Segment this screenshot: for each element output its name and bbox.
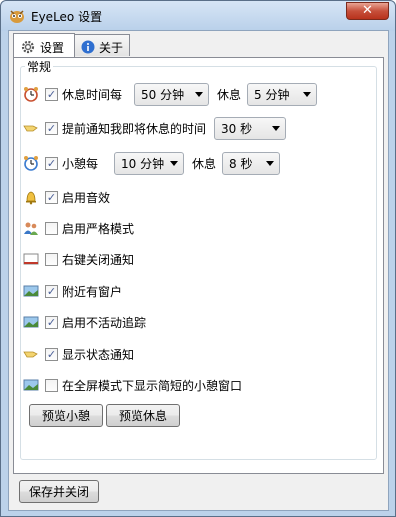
sound-label: 启用音效	[62, 190, 111, 205]
idle-row: ✓ 启用不活动追踪	[23, 310, 146, 334]
hand-icon	[23, 346, 39, 362]
tab-settings[interactable]: 设置	[13, 33, 75, 57]
break-row: ✓ 休息时间每 50 分钟 休息 5 分钟	[23, 82, 325, 106]
window-icon	[23, 251, 39, 267]
mini-break-interval-value: 10 分钟	[121, 156, 165, 171]
chevron-down-icon	[272, 125, 281, 131]
notify-select[interactable]: 30 秒	[214, 116, 287, 140]
preview-mini-break-button[interactable]: 预览小憩	[29, 404, 103, 427]
landscape-icon	[23, 377, 39, 393]
mini-break-duration-select[interactable]: 8 秒	[222, 151, 281, 175]
general-group: 常规 ✓ 休息时间每 50 分钟 休息 5 分钟 ✓ 提前通知我即将休息的时间 …	[20, 58, 377, 460]
strict-label: 启用严格模式	[62, 221, 135, 236]
tab-about[interactable]: 关于	[74, 34, 130, 56]
clock-icon	[23, 86, 39, 102]
sound-checkbox[interactable]: ✓	[45, 190, 58, 204]
near-window-row: ✓ 附近有窗户	[23, 279, 122, 303]
near-window-label: 附近有窗户	[62, 284, 123, 299]
break-interval-value: 50 分钟	[141, 87, 185, 102]
break-label: 休息时间每	[62, 87, 123, 102]
chevron-down-icon	[170, 160, 179, 166]
chevron-down-icon	[266, 160, 275, 166]
sound-row: ✓ 启用音效	[23, 185, 110, 209]
notify-value: 30 秒	[221, 121, 253, 136]
mini-break-label: 小憩每	[62, 156, 99, 171]
notify-row: ✓ 提前通知我即将休息的时间 30 秒	[23, 116, 294, 140]
mini-break-duration-label: 休息	[192, 156, 217, 171]
gear-icon	[20, 39, 36, 55]
mini-break-checkbox[interactable]: ✓	[45, 156, 58, 170]
window-title: EyeLeo 设置	[31, 10, 103, 24]
fullscreen-row: 在全屏模式下显示简短的小憩窗口	[23, 373, 242, 397]
tab-about-label: 关于	[99, 40, 124, 55]
preview-break-button[interactable]: 预览休息	[106, 404, 180, 427]
users-icon	[23, 220, 39, 236]
mini-break-interval-select[interactable]: 10 分钟	[114, 151, 185, 175]
right-click-row: 右键关闭通知	[23, 247, 134, 271]
idle-checkbox[interactable]: ✓	[45, 315, 58, 329]
chevron-down-icon	[303, 91, 312, 97]
break-duration-select[interactable]: 5 分钟	[247, 82, 318, 106]
notify-label: 提前通知我即将休息的时间	[62, 121, 207, 136]
idle-label: 启用不活动追踪	[62, 315, 147, 330]
eyeleo-logo-icon	[9, 8, 25, 24]
break-duration-label: 休息	[217, 87, 242, 102]
chevron-down-icon	[195, 91, 204, 97]
bell-icon	[23, 189, 39, 205]
hand-icon	[23, 120, 39, 136]
status-row: ✓ 显示状态通知	[23, 342, 134, 366]
landscape-icon	[23, 283, 39, 299]
settings-panel: 常规 ✓ 休息时间每 50 分钟 休息 5 分钟 ✓ 提前通知我即将休息的时间 …	[13, 57, 384, 474]
right-click-label: 右键关闭通知	[62, 252, 135, 267]
break-interval-select[interactable]: 50 分钟	[134, 82, 210, 106]
fullscreen-label: 在全屏模式下显示简短的小憩窗口	[62, 378, 243, 393]
fullscreen-checkbox[interactable]	[45, 378, 58, 392]
tab-settings-label: 设置	[40, 40, 65, 55]
break-checkbox[interactable]: ✓	[45, 87, 58, 101]
mini-break-duration-value: 8 秒	[229, 156, 253, 171]
client-area: 设置 关于 常规 ✓ 休息时间每 50 分钟 休息 5 分钟 ✓ 提前通知我即将…	[8, 30, 389, 511]
settings-window: EyeLeo 设置 ✕ 设置 关于 常规 ✓ 休息时间每 50 分钟 休息 5 …	[0, 0, 396, 517]
mini-break-row: ✓ 小憩每 10 分钟 休息 8 秒	[23, 151, 288, 175]
status-label: 显示状态通知	[62, 347, 135, 362]
break-duration-value: 5 分钟	[254, 87, 290, 102]
right-click-checkbox[interactable]	[45, 252, 58, 266]
info-icon	[81, 39, 95, 55]
save-close-button[interactable]: 保存并关闭	[19, 480, 99, 503]
landscape-icon	[23, 314, 39, 330]
strict-checkbox[interactable]	[45, 221, 58, 235]
notify-checkbox[interactable]: ✓	[45, 121, 58, 135]
group-title: 常规	[25, 58, 54, 75]
strict-row: 启用严格模式	[23, 216, 134, 240]
status-checkbox[interactable]: ✓	[45, 347, 58, 361]
clock-icon	[23, 155, 39, 171]
near-window-checkbox[interactable]: ✓	[45, 284, 58, 298]
title-bar[interactable]: EyeLeo 设置 ✕	[1, 1, 395, 31]
close-button[interactable]: ✕	[346, 2, 389, 20]
